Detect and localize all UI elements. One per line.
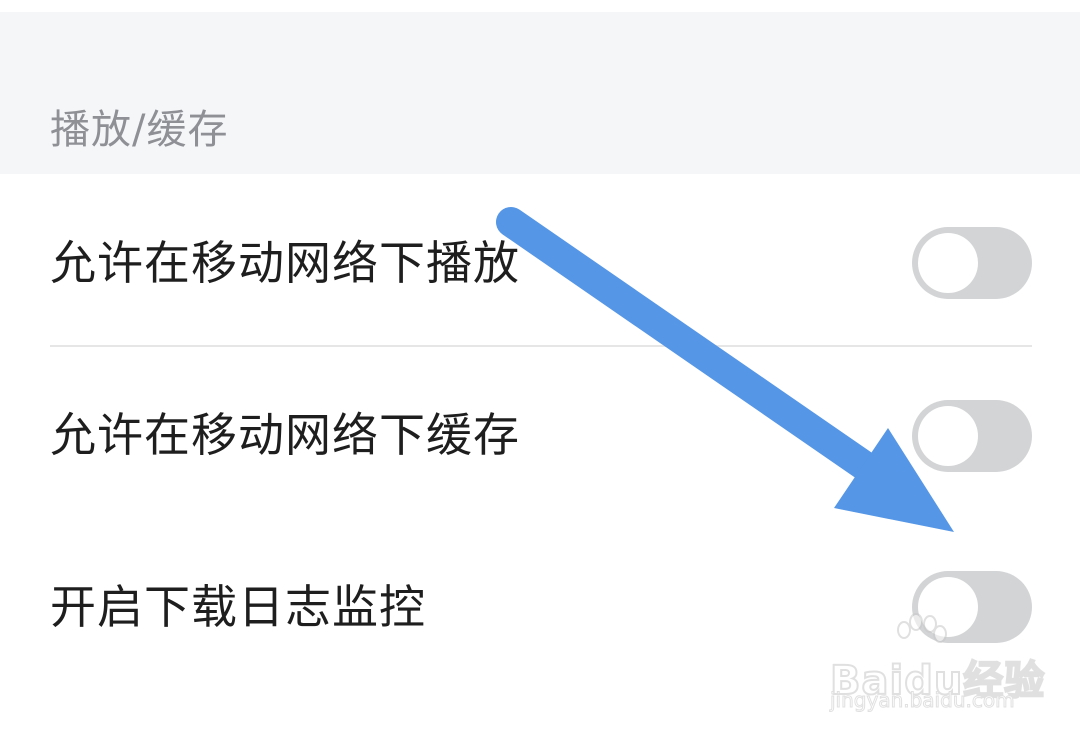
setting-row-cache-on-mobile[interactable]: 允许在移动网络下缓存: [0, 347, 1080, 519]
play-on-mobile-toggle[interactable]: [912, 227, 1032, 299]
setting-label: 允许在移动网络下缓存: [50, 408, 520, 462]
toggle-knob: [918, 233, 978, 293]
cache-on-mobile-toggle[interactable]: [912, 400, 1032, 472]
baidu-watermark: Baidu经验 jingyan.baidu.com: [829, 612, 1045, 722]
toggle-knob: [918, 406, 978, 466]
top-strip: [0, 0, 1080, 12]
settings-screen: 播放/缓存 允许在移动网络下播放 允许在移动网络下缓存 开启下载日志监控 Bai…: [0, 0, 1080, 736]
section-title: 播放/缓存: [50, 107, 229, 153]
setting-label: 开启下载日志监控: [50, 580, 426, 634]
setting-label: 允许在移动网络下播放: [50, 236, 520, 290]
watermark-url: jingyan.baidu.com: [830, 688, 1016, 713]
paw-icon: [897, 613, 947, 643]
section-header: 播放/缓存: [0, 12, 1080, 174]
setting-row-play-on-mobile[interactable]: 允许在移动网络下播放: [0, 174, 1080, 346]
